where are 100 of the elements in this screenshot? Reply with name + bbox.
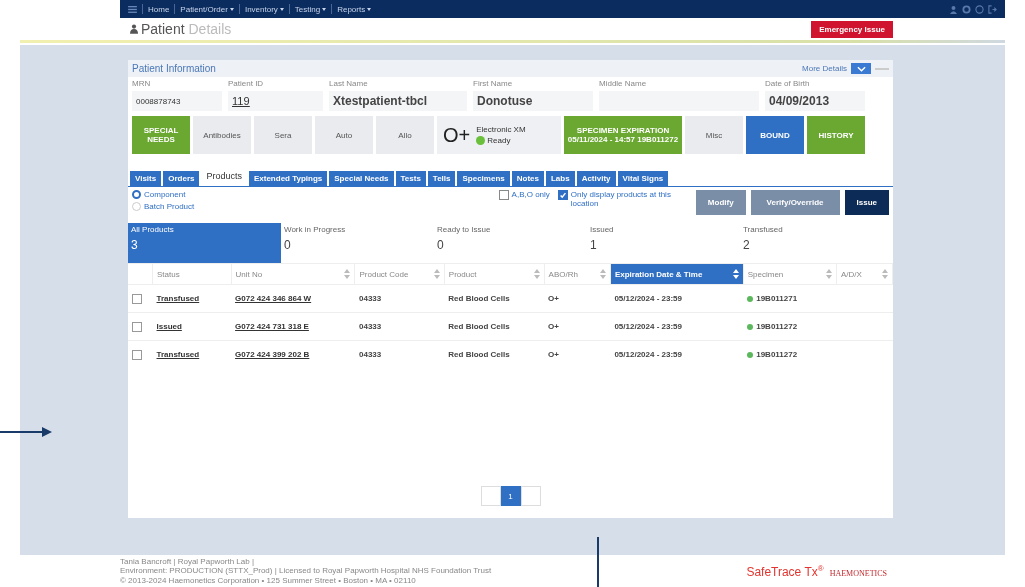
column-header[interactable]: Unit No	[231, 264, 355, 285]
caret-icon	[279, 7, 284, 11]
row-checkbox[interactable]	[132, 349, 142, 360]
patient-button[interactable]: Antibodies	[193, 116, 251, 154]
expand-button[interactable]	[851, 63, 871, 74]
column-header[interactable]: Status	[152, 264, 232, 285]
tab[interactable]: Activity	[576, 171, 616, 186]
column-header[interactable]: A/D/X	[836, 264, 893, 285]
table-cell: 04333	[355, 284, 445, 313]
radio-option[interactable]: Component	[132, 190, 195, 199]
sort-icon	[344, 269, 351, 279]
vertical-line	[597, 537, 599, 587]
product-logo: SafeTrace Tx$^{®}$	[746, 563, 824, 579]
tab[interactable]: Notes	[511, 171, 544, 186]
column-header[interactable]: Expiration Date & Time	[610, 264, 744, 285]
summary-tile[interactable]: Work in Progress 0	[281, 223, 434, 263]
patient-id-link[interactable]: 119	[232, 95, 250, 107]
filter-checkbox[interactable]: Only display products at this location	[557, 190, 686, 208]
field-value: Xtestpatient-tbcl	[329, 91, 467, 111]
row-checkbox[interactable]	[132, 293, 142, 304]
help-icon[interactable]	[975, 4, 984, 14]
table-cell: O+	[544, 284, 611, 313]
unit-number-link[interactable]: G072 424 346 864 W	[235, 294, 312, 303]
table-cell: Red Blood Cells	[444, 340, 545, 368]
specimen-number: 19B011271	[756, 294, 798, 303]
specimen-number: 19B011272	[756, 322, 798, 331]
table-cell: 05/12/2024 - 23:59	[610, 284, 744, 313]
action-button[interactable]: Modify	[695, 190, 746, 215]
sort-icon	[533, 269, 540, 279]
tab[interactable]: Specimens	[457, 171, 510, 186]
action-button[interactable]: Issue	[844, 190, 889, 215]
logout-icon[interactable]	[988, 4, 997, 14]
specimen-number: 19B011272	[756, 350, 798, 359]
sort-icon	[732, 269, 739, 279]
nav-menu-item[interactable]: Reports	[337, 4, 372, 14]
status-link[interactable]: Transfused	[156, 294, 200, 303]
more-details-label: More Details	[802, 64, 847, 73]
patient-button[interactable]: HISTORY	[807, 116, 865, 154]
filter-checkbox[interactable]: A,B,O only	[498, 190, 550, 208]
tab[interactable]: Tests	[395, 171, 426, 186]
caret-icon	[367, 7, 372, 11]
footer-text: © 2013-2024 Haemonetics Corporation • 125 Summer Street • Boston • MA • 02110	[120, 575, 417, 586]
footer-text: Tania Bancroft | Royal Papworth Lab |	[120, 556, 255, 567]
patient-button[interactable]: SPECIAL NEEDS	[132, 116, 190, 154]
tab[interactable]: Special Needs	[329, 171, 394, 186]
tab[interactable]: Tells	[427, 171, 456, 186]
column-header[interactable]: Product Code	[355, 264, 445, 285]
field-label: Last Name	[329, 79, 369, 88]
summary-tile[interactable]: All Products 3	[128, 223, 281, 263]
field-value: 04/09/2013	[765, 91, 865, 111]
field-value: Donotuse	[473, 91, 593, 111]
table-cell: 05/12/2024 - 23:59	[610, 340, 744, 368]
tab[interactable]: Orders	[163, 171, 200, 186]
action-button[interactable]: Verify/Override	[750, 190, 840, 215]
column-header[interactable]: Specimen	[743, 264, 837, 285]
row-checkbox[interactable]	[132, 321, 142, 332]
nav-menu-item[interactable]: Patient/Order	[180, 4, 234, 14]
arrow-drawing	[0, 426, 52, 438]
patient-button[interactable]: Auto	[315, 116, 373, 154]
tab[interactable]: Visits	[130, 171, 162, 186]
section-title: Patient Information	[132, 63, 216, 74]
tab[interactable]: Extended Typings	[248, 171, 328, 186]
tab[interactable]: Vital Signs	[617, 171, 669, 186]
next-page-button[interactable]	[520, 486, 541, 506]
field-label: MRN	[132, 79, 152, 88]
xm-status: Ready	[487, 136, 511, 145]
sort-icon	[599, 269, 606, 279]
nav-menu-item[interactable]: Home	[148, 4, 170, 14]
nav-menu-item[interactable]: Testing	[294, 4, 327, 14]
status-link[interactable]: Issued	[156, 322, 182, 331]
patient-button[interactable]: Misc	[685, 116, 743, 154]
patient-button[interactable]: Sera	[254, 116, 312, 154]
menu-icon[interactable]	[128, 5, 137, 13]
table-cell: Red Blood Cells	[444, 284, 545, 313]
radio-option[interactable]: Batch Product	[132, 202, 195, 211]
summary-tile[interactable]: Transfused 2	[740, 223, 893, 263]
xm-label: Electronic XM	[476, 125, 526, 134]
patient-button[interactable]: Allo	[376, 116, 434, 154]
user-icon[interactable]	[949, 4, 958, 14]
table-cell: 05/12/2024 - 23:59	[610, 312, 744, 341]
unit-number-link[interactable]: G072 424 731 318 E	[235, 322, 309, 331]
patient-button[interactable]: BOUND	[746, 116, 804, 154]
page-button[interactable]: 1	[500, 486, 521, 506]
tab[interactable]: Labs	[545, 171, 575, 186]
caret-icon	[322, 7, 327, 11]
nav-menu-item[interactable]: Inventory	[244, 4, 284, 14]
summary-tile[interactable]: Issued 1	[587, 223, 740, 263]
footer-text: Environment: PRODUCTION (STTX_Prod) | Licensed to Royal Papworth Hospital NHS Foundation Trust	[120, 566, 492, 576]
emergency-issue-button[interactable]: Emergency Issue	[811, 20, 893, 38]
patient-button[interactable]: SPECIMEN EXPIRATION 05/11/2024 - 14:57 19B011272	[564, 116, 682, 154]
sort-icon	[882, 269, 888, 279]
column-header[interactable]: Product	[444, 264, 545, 285]
chevron-down-icon	[856, 65, 866, 72]
unit-number-link[interactable]: G072 424 399 202 B	[235, 350, 310, 359]
column-header[interactable]: ABO/Rh	[544, 264, 611, 285]
table-cell: 04333	[355, 312, 445, 341]
field-value: 0008878743	[132, 91, 222, 111]
status-link[interactable]: Transfused	[156, 350, 200, 359]
summary-tile[interactable]: Ready to Issue 0	[434, 223, 587, 263]
settings-icon[interactable]	[962, 4, 971, 14]
